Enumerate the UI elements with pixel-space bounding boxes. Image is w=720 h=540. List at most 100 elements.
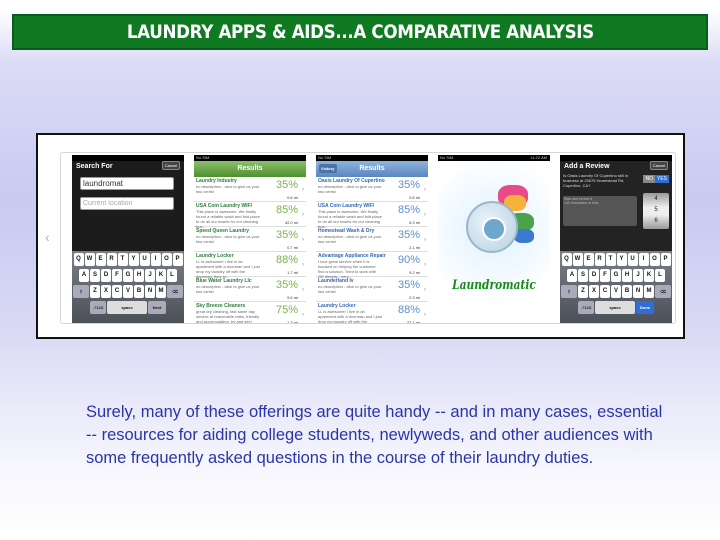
backspace-key[interactable]: ⌫ (655, 285, 671, 298)
list-item[interactable]: Launderland Iv no description - click to … (316, 277, 428, 302)
slide-title: LAUNDRY APPS & AIDS...A COMPARATIVE ANAL… (126, 21, 594, 43)
key-i[interactable]: I (150, 253, 161, 266)
key-h[interactable]: H (134, 269, 144, 282)
app-screenshot-review[interactable]: Add a Review Cancel Is Oasis Laundry Of … (560, 155, 672, 323)
key-m[interactable]: M (156, 285, 166, 298)
key-b[interactable]: B (622, 285, 632, 298)
picker-option[interactable]: 5 (643, 205, 669, 216)
key-g[interactable]: G (611, 269, 621, 282)
key-l[interactable]: L (655, 269, 665, 282)
key-v[interactable]: V (123, 285, 133, 298)
shift-key[interactable]: ⇧ (561, 285, 577, 298)
yes-option[interactable]: YES (654, 175, 669, 183)
key-d[interactable]: D (101, 269, 111, 282)
key-h[interactable]: H (622, 269, 632, 282)
key-f[interactable]: F (600, 269, 610, 282)
key-b[interactable]: B (134, 285, 144, 298)
rating-picker[interactable]: 456 (643, 193, 669, 229)
key-j[interactable]: J (145, 269, 155, 282)
location-field[interactable]: Current location (80, 197, 174, 210)
key-r[interactable]: R (106, 253, 117, 266)
list-item[interactable]: Laundry Locker LL is awesome! I live in a… (316, 302, 428, 323)
key-o[interactable]: O (161, 253, 172, 266)
review-title: Add a Review (564, 163, 610, 170)
app-screenshot-search[interactable]: Search For Cancel laundromat Current loc… (72, 155, 184, 323)
numbers-key[interactable]: .?123 (578, 301, 594, 314)
key-z[interactable]: Z (90, 285, 100, 298)
key-k[interactable]: K (644, 269, 654, 282)
backspace-key[interactable]: ⌫ (167, 285, 183, 298)
key-q[interactable]: Q (73, 253, 84, 266)
app-screenshot-results-blue[interactable]: No SIM Victory Results Oasis Laundry Of … (316, 155, 428, 323)
space-key[interactable]: space (107, 301, 147, 314)
cancel-button[interactable]: Cancel (650, 161, 668, 170)
list-item[interactable]: Laundry Industry no description - click t… (194, 177, 306, 202)
key-v[interactable]: V (611, 285, 621, 298)
list-item[interactable]: Laundry Locker LL is awesome! I live in a… (194, 252, 306, 279)
key-m[interactable]: M (644, 285, 654, 298)
key-i[interactable]: I (638, 253, 649, 266)
rating-percent: 75% (275, 304, 298, 316)
key-k[interactable]: K (156, 269, 166, 282)
key-e[interactable]: E (583, 253, 594, 266)
key-s[interactable]: S (578, 269, 588, 282)
picker-option[interactable]: 6 (643, 216, 669, 227)
space-key[interactable]: space (595, 301, 635, 314)
rating-percent: 35% (397, 229, 420, 241)
list-item[interactable]: Speed Queen Laundry no description - clic… (194, 227, 306, 252)
list-item[interactable]: USA Coin Laundry WIFI This place is aweso… (316, 202, 428, 229)
key-n[interactable]: N (145, 285, 155, 298)
key-c[interactable]: C (600, 285, 610, 298)
cancel-button[interactable]: Cancel (162, 161, 180, 170)
search-input[interactable]: laundromat (80, 177, 174, 190)
no-option[interactable]: NO (643, 175, 655, 183)
key-u[interactable]: U (627, 253, 638, 266)
key-r[interactable]: R (594, 253, 605, 266)
key-n[interactable]: N (633, 285, 643, 298)
key-t[interactable]: T (117, 253, 128, 266)
key-t[interactable]: T (605, 253, 616, 266)
back-button[interactable]: Victory (319, 164, 337, 173)
list-item[interactable]: USA Coin Laundry WIFI This place is aweso… (194, 202, 306, 229)
key-s[interactable]: S (90, 269, 100, 282)
list-item[interactable]: Homestead Wash & Dry no description - cli… (316, 227, 428, 252)
key-c[interactable]: C (112, 285, 122, 298)
list-item[interactable]: Sky Breeze Cleaners great dry cleaning, f… (194, 302, 306, 323)
shift-key[interactable]: ⇧ (73, 285, 89, 298)
key-l[interactable]: L (167, 269, 177, 282)
picker-option[interactable]: 4 (643, 194, 669, 205)
review-textarea[interactable]: Rate and review it 140 characters or les… (563, 196, 637, 226)
key-p[interactable]: P (172, 253, 183, 266)
key-y[interactable]: Y (616, 253, 627, 266)
key-p[interactable]: P (660, 253, 671, 266)
key-y[interactable]: Y (128, 253, 139, 266)
numbers-key[interactable]: .?123 (90, 301, 106, 314)
gallery-prev-icon[interactable]: ‹ (45, 229, 50, 245)
key-g[interactable]: G (123, 269, 133, 282)
key-a[interactable]: A (567, 269, 577, 282)
next-key[interactable]: Next (148, 301, 166, 314)
key-u[interactable]: U (139, 253, 150, 266)
key-z[interactable]: Z (578, 285, 588, 298)
chevron-right-icon: › (424, 212, 426, 218)
key-o[interactable]: O (649, 253, 660, 266)
done-key[interactable]: Done (636, 301, 654, 314)
key-f[interactable]: F (112, 269, 122, 282)
key-x[interactable]: X (101, 285, 111, 298)
list-item[interactable]: Blue Water Laundry Llc no description - c… (194, 277, 306, 302)
rating-percent: 35% (275, 179, 298, 191)
yes-no-toggle[interactable]: NO YES (643, 175, 669, 183)
business-description: great dry cleaning, fast same day servic… (196, 309, 260, 323)
key-j[interactable]: J (633, 269, 643, 282)
app-screenshot-results-green[interactable]: No SIM Results Laundry Industry no descri… (194, 155, 306, 323)
key-d[interactable]: D (589, 269, 599, 282)
key-e[interactable]: E (95, 253, 106, 266)
key-x[interactable]: X (589, 285, 599, 298)
list-item[interactable]: Advantage Appliance Repair I love great s… (316, 252, 428, 279)
app-screenshot-splash[interactable]: No SIM 11:22 AM Laundromatic (438, 155, 550, 323)
list-item[interactable]: Oasis Laundry Of Cupertino no description… (316, 177, 428, 202)
key-w[interactable]: W (572, 253, 583, 266)
key-a[interactable]: A (79, 269, 89, 282)
key-w[interactable]: W (84, 253, 95, 266)
key-q[interactable]: Q (561, 253, 572, 266)
